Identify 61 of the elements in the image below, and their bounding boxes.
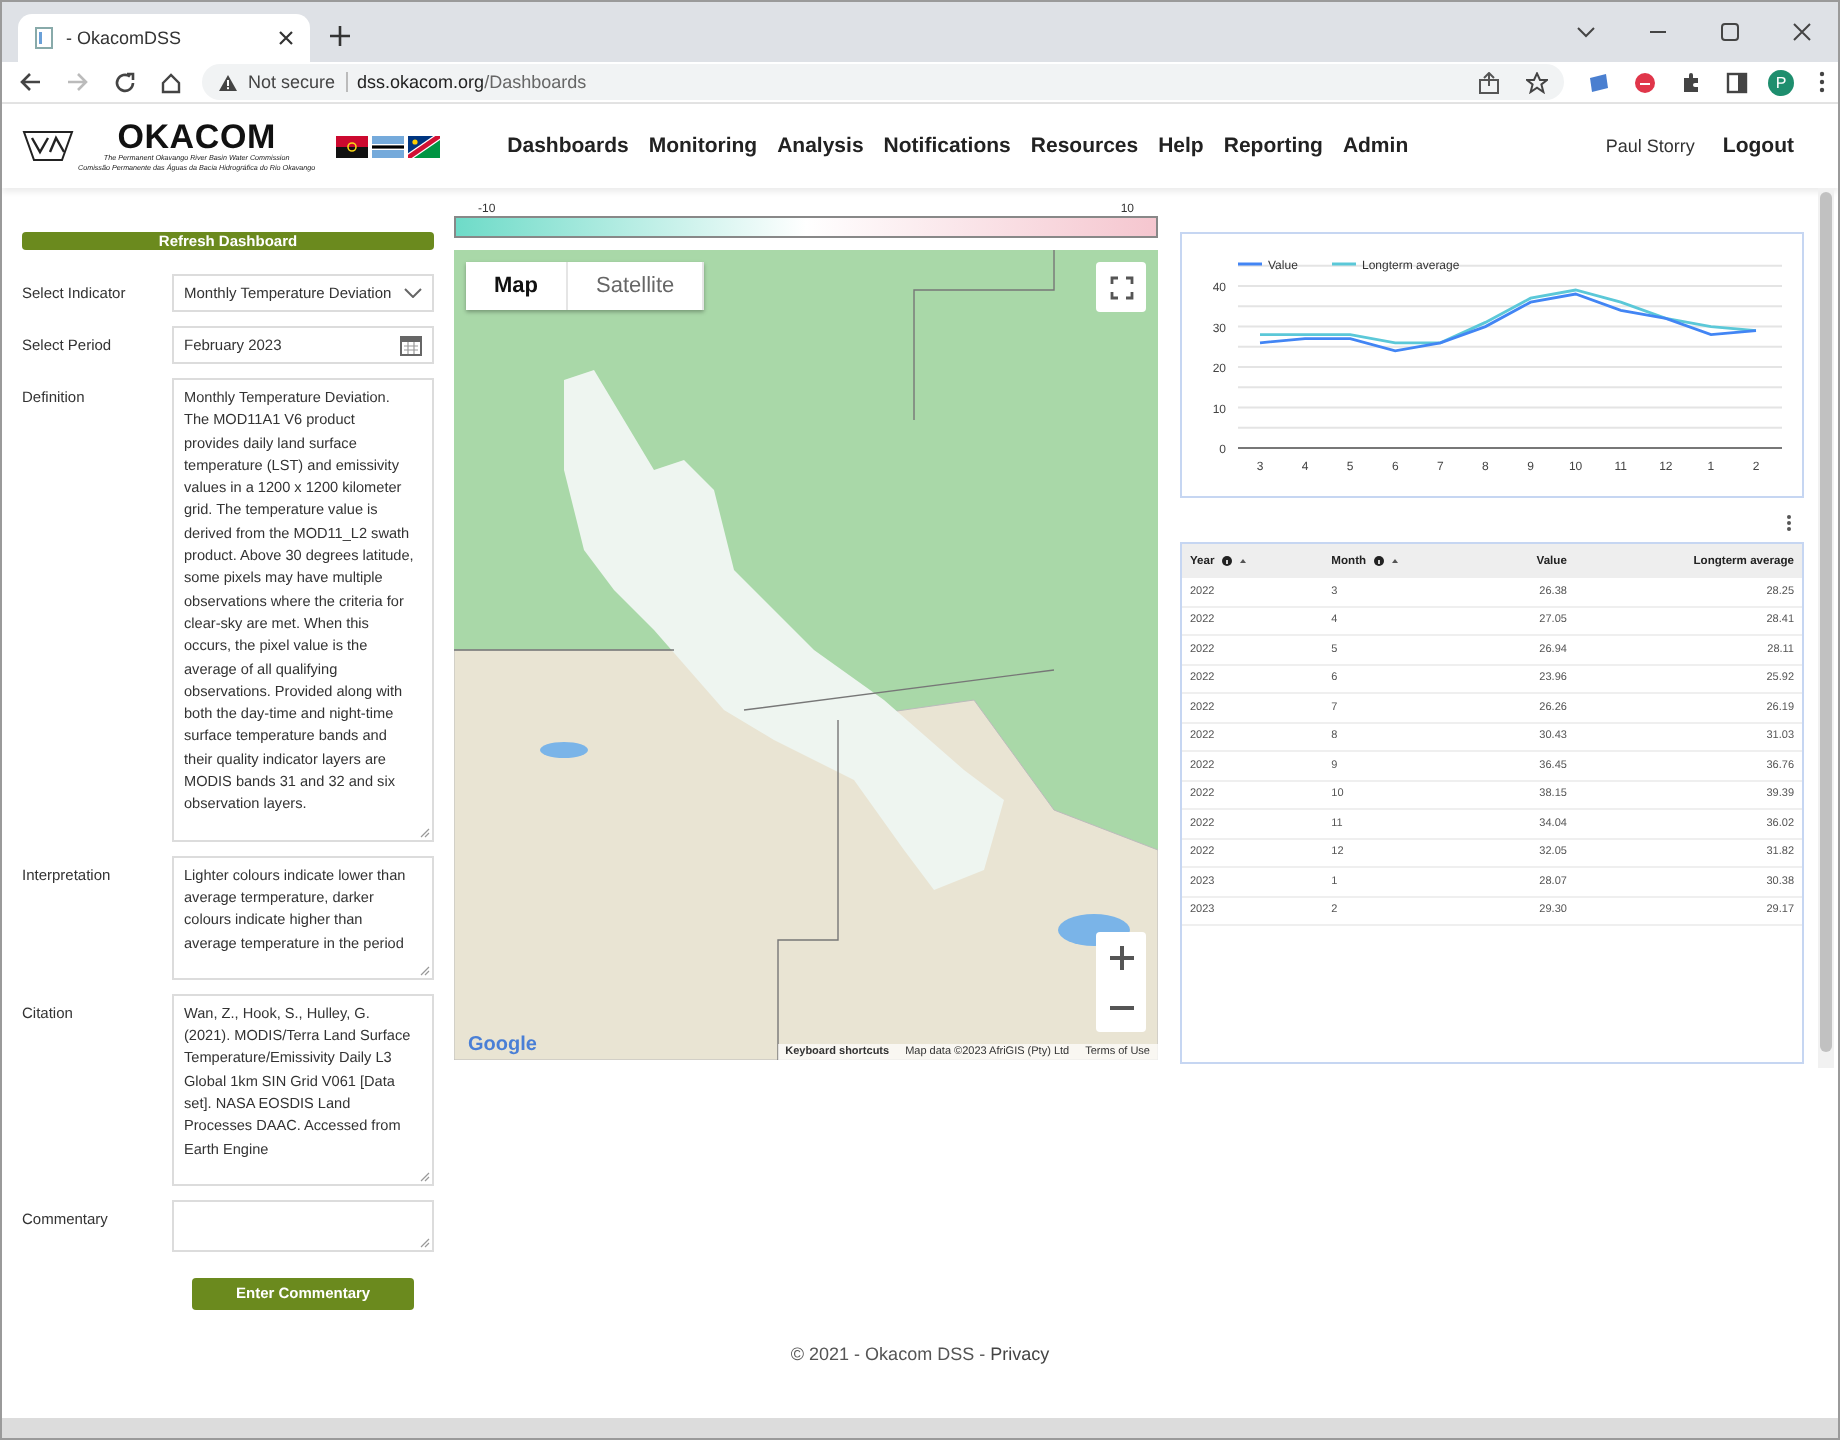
nav-link[interactable]: Notifications: [883, 134, 1011, 158]
url-text: dss.okacom.org/Dashboards: [357, 72, 587, 92]
flag-icon: [335, 135, 368, 157]
zoom-control[interactable]: [1096, 932, 1146, 1032]
calendar-icon[interactable]: [400, 334, 422, 356]
map-type-tab[interactable]: Map: [466, 262, 568, 310]
nav-link[interactable]: Admin: [1342, 134, 1409, 158]
sort-icon[interactable]: [1240, 558, 1247, 564]
flag-icon: [371, 135, 404, 157]
more-icon[interactable]: [1786, 514, 1792, 532]
user-name: Paul Storry: [1605, 136, 1695, 156]
warning-icon: [218, 73, 238, 91]
nav-link[interactable]: Dashboards: [507, 134, 629, 158]
address-bar[interactable]: Not secure dss.okacom.org/Dashboards: [202, 64, 1564, 100]
map-type-tab[interactable]: Satellite: [568, 262, 705, 310]
nav-link[interactable]: Resources: [1030, 134, 1139, 158]
fullscreen-button[interactable]: [1096, 262, 1146, 312]
resize-grip-icon: [420, 827, 430, 838]
logo-title: OKACOM: [117, 120, 276, 154]
reload-icon[interactable]: [114, 71, 136, 93]
close-icon[interactable]: [1792, 22, 1812, 42]
close-icon[interactable]: [278, 30, 294, 46]
forward-arrow-icon: [66, 72, 90, 92]
copyright-text: © 2021 - Okacom DSS - Privacy: [790, 1344, 1050, 1364]
resize-grip-icon: [420, 1171, 430, 1182]
sort-icon[interactable]: [1392, 558, 1399, 564]
nav-link[interactable]: Analysis: [777, 134, 864, 158]
nav-link[interactable]: Help: [1158, 134, 1204, 158]
browser-tab[interactable]: - OkacomDSS: [18, 14, 310, 62]
share-icon[interactable]: [1478, 71, 1500, 93]
side-panel-icon[interactable]: [1726, 71, 1748, 93]
fullscreen-icon[interactable]: [1109, 275, 1133, 299]
nav-link[interactable]: Reporting: [1223, 134, 1323, 158]
plus-icon[interactable]: [1109, 945, 1133, 969]
extension-icon[interactable]: [1634, 71, 1656, 93]
puzzle-icon[interactable]: [1680, 71, 1702, 93]
chevron-down-icon: [404, 288, 422, 298]
back-arrow-icon[interactable]: [18, 72, 42, 92]
maximize-icon[interactable]: [1720, 22, 1740, 42]
logo-icon: [22, 128, 74, 164]
more-icon[interactable]: [1818, 70, 1826, 94]
scrollbar[interactable]: [2, 1418, 1838, 1438]
scrollbar[interactable]: [1818, 188, 1834, 1068]
profile-avatar[interactable]: P: [1768, 69, 1794, 95]
extension-icon[interactable]: [1588, 71, 1610, 93]
home-icon[interactable]: [160, 71, 182, 93]
star-icon[interactable]: [1526, 71, 1548, 93]
page-icon: [34, 26, 54, 50]
logout-link[interactable]: Logout: [1722, 134, 1794, 158]
info-icon[interactable]: [1222, 556, 1233, 566]
flag-icon: [407, 135, 440, 157]
chevron-down-icon[interactable]: [1576, 26, 1596, 38]
privacy-link[interactable]: Privacy: [990, 1344, 1050, 1364]
resize-grip-icon: [420, 1237, 430, 1248]
nav-link[interactable]: Monitoring: [648, 134, 758, 158]
security-label: Not secure: [248, 72, 348, 92]
resize-grip-icon: [420, 965, 430, 976]
tab-title: - OkacomDSS: [66, 28, 184, 48]
info-icon[interactable]: [1374, 556, 1385, 566]
plus-icon[interactable]: [330, 26, 350, 46]
google-logo: Google: [468, 1034, 537, 1056]
